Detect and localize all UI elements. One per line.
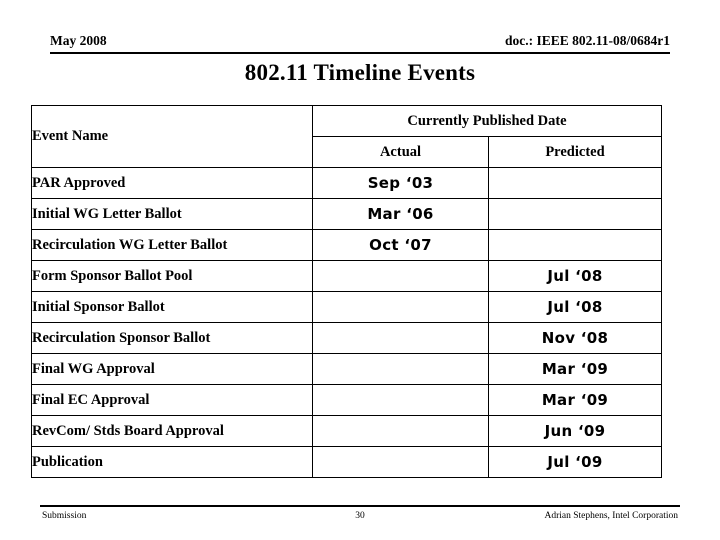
table-row: Recirculation WG Letter Ballot Oct ‘07 — [31, 229, 662, 261]
cell-event-name: Recirculation WG Letter Ballot — [31, 229, 313, 261]
footer-submission: Submission — [42, 511, 87, 521]
cell-event-name: Final WG Approval — [31, 353, 313, 385]
cell-event-name: Final EC Approval — [31, 384, 313, 416]
table-row: Final WG Approval Mar ‘09 — [31, 353, 662, 385]
table-row: Publication Jul ‘09 — [31, 446, 662, 478]
cell-actual-date: Oct ‘07 — [312, 229, 489, 261]
cell-actual-date — [312, 384, 489, 416]
footer-author: Adrian Stephens, Intel Corporation — [544, 511, 678, 521]
table-body: PAR Approved Sep ‘03 Initial WG Letter Bal… — [31, 167, 662, 478]
cell-event-name: Recirculation Sponsor Ballot — [31, 322, 313, 354]
cell-predicted-date: Jul ‘08 — [488, 291, 662, 323]
cell-event-name: Form Sponsor Ballot Pool — [31, 260, 313, 292]
column-header-currently-published-date: Currently Published Date — [312, 105, 662, 137]
table-row: Final EC Approval Mar ‘09 — [31, 384, 662, 416]
cell-predicted-date: Jul ‘09 — [488, 446, 662, 478]
cell-actual-date: Sep ‘03 — [312, 167, 489, 199]
table-row: RevCom/ Stds Board Approval Jun ‘09 — [31, 415, 662, 447]
cell-actual-date — [312, 415, 489, 447]
table-row: PAR Approved Sep ‘03 — [31, 167, 662, 199]
cell-event-name: PAR Approved — [31, 167, 313, 199]
header-doc-ref: doc.: IEEE 802.11-08/0684r1 — [504, 33, 670, 48]
table-header-row-1: Event Name Currently Published Date — [31, 105, 662, 168]
cell-predicted-date: Jun ‘09 — [488, 415, 662, 447]
column-header-event-name: Event Name — [31, 105, 313, 168]
page-title: 802.11 Timeline Events — [244, 60, 476, 85]
slide-header: May 2008 doc.: IEEE 802.11-08/0684r1 — [50, 28, 670, 54]
table-row: Initial WG Letter Ballot Mar ‘06 — [31, 198, 662, 230]
cell-predicted-date — [488, 229, 662, 261]
cell-predicted-date: Mar ‘09 — [488, 353, 662, 385]
table-row: Initial Sponsor Ballot Jul ‘08 — [31, 291, 662, 323]
cell-event-name: Initial WG Letter Ballot — [31, 198, 313, 230]
table-row: Recirculation Sponsor Ballot Nov ‘08 — [31, 322, 662, 354]
cell-actual-date: Mar ‘06 — [312, 198, 489, 230]
column-header-predicted: Predicted — [488, 136, 662, 168]
cell-actual-date — [312, 322, 489, 354]
cell-predicted-date: Mar ‘09 — [488, 384, 662, 416]
timeline-events-table: Event Name Currently Published Date Actu… — [31, 105, 662, 478]
cell-event-name: Publication — [31, 446, 313, 478]
cell-actual-date — [312, 446, 489, 478]
header-date: May 2008 — [50, 33, 107, 48]
table-row: Form Sponsor Ballot Pool Jul ‘08 — [31, 260, 662, 292]
table-header: Event Name Currently Published Date Actu… — [31, 105, 662, 168]
cell-predicted-date: Nov ‘08 — [488, 322, 662, 354]
cell-predicted-date: Jul ‘08 — [488, 260, 662, 292]
cell-actual-date — [312, 353, 489, 385]
column-header-actual: Actual — [312, 136, 489, 168]
cell-predicted-date — [488, 198, 662, 230]
cell-event-name: RevCom/ Stds Board Approval — [31, 415, 313, 447]
cell-predicted-date — [488, 167, 662, 199]
slide-footer: Submission 30 Adrian Stephens, Intel Cor… — [40, 505, 680, 533]
footer-page-number: 30 — [355, 511, 365, 521]
cell-actual-date — [312, 291, 489, 323]
cell-event-name: Initial Sponsor Ballot — [31, 291, 313, 323]
cell-actual-date — [312, 260, 489, 292]
